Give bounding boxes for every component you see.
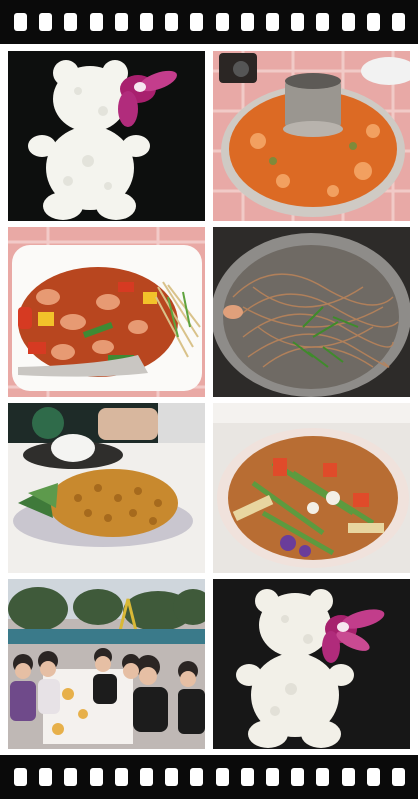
film-sprocket-hole bbox=[291, 768, 305, 786]
film-sprocket-hole bbox=[89, 768, 103, 786]
film-sprocket-hole bbox=[266, 768, 279, 786]
film-sprocket-hole bbox=[39, 13, 53, 31]
film-sprocket-hole bbox=[165, 13, 179, 31]
rice-teddy-bear-image bbox=[8, 51, 205, 221]
photo-tom-yum-hotpot bbox=[213, 51, 410, 221]
film-sprocket-hole bbox=[392, 13, 405, 31]
photo-glass-noodles-pan bbox=[213, 227, 410, 397]
film-sprocket-hole bbox=[89, 13, 103, 31]
tom-yum-hotpot-image bbox=[213, 51, 410, 221]
film-sprocket-hole bbox=[64, 13, 78, 31]
film-sprocket-hole bbox=[14, 768, 27, 786]
film-sprocket-hole bbox=[64, 768, 78, 786]
film-strip-bottom bbox=[0, 755, 418, 799]
film-sprocket-hole bbox=[316, 13, 330, 31]
film-sprocket-hole bbox=[190, 768, 204, 786]
film-sprocket-hole bbox=[341, 768, 355, 786]
film-sprocket-hole bbox=[140, 13, 153, 31]
film-sprocket-hole bbox=[215, 768, 229, 786]
film-sprocket-hole bbox=[291, 13, 305, 31]
film-sprocket-hole bbox=[366, 13, 380, 31]
film-sprocket-hole bbox=[392, 768, 405, 786]
pineapple-fried-rice-image bbox=[8, 403, 205, 573]
film-sprocket-hole bbox=[39, 768, 53, 786]
vegetable-salad-plate-image bbox=[213, 403, 410, 573]
group-dinner-table-image bbox=[8, 579, 205, 749]
film-sprocket-hole bbox=[316, 768, 330, 786]
film-sprocket-hole bbox=[14, 13, 27, 31]
photo-vegetable-salad-plate bbox=[213, 403, 410, 573]
glass-noodles-pan-image bbox=[213, 227, 410, 397]
film-sprocket-hole bbox=[140, 768, 153, 786]
film-strip-top bbox=[0, 0, 418, 44]
stir-fry-prawns-image bbox=[8, 227, 205, 397]
film-sprocket-hole bbox=[240, 768, 254, 786]
photo-group-dinner-table bbox=[8, 579, 205, 749]
photo-pineapple-fried-rice bbox=[8, 403, 205, 573]
rice-teddy-bear-2-image bbox=[213, 579, 410, 749]
photo-collage bbox=[0, 44, 418, 755]
film-sprocket-hole bbox=[114, 768, 128, 786]
film-sprocket-hole bbox=[215, 13, 229, 31]
photo-rice-teddy-bear bbox=[8, 51, 205, 221]
film-sprocket-hole bbox=[165, 768, 179, 786]
film-sprocket-hole bbox=[266, 13, 279, 31]
film-sprocket-hole bbox=[341, 13, 355, 31]
photo-rice-teddy-bear-2 bbox=[213, 579, 410, 749]
photo-stir-fry-prawns bbox=[8, 227, 205, 397]
film-sprocket-hole bbox=[190, 13, 204, 31]
film-sprocket-hole bbox=[114, 13, 128, 31]
film-sprocket-hole bbox=[366, 768, 380, 786]
film-sprocket-hole bbox=[240, 13, 254, 31]
